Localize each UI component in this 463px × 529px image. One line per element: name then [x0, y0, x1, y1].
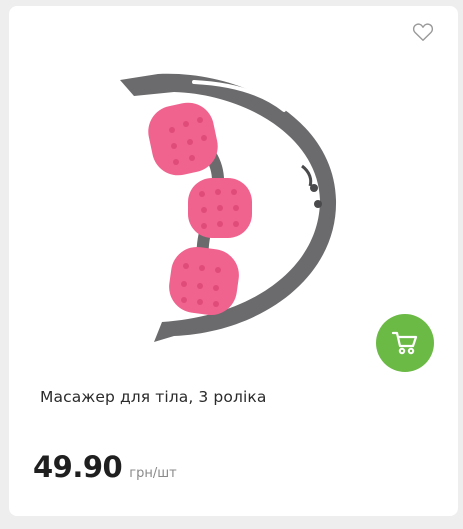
add-to-cart-button[interactable]	[376, 314, 434, 372]
product-card[interactable]: Масажер для тіла, 3 роліка 49.90 грн/шт	[9, 6, 458, 516]
heart-icon	[412, 23, 434, 41]
roller-massager-image	[120, 73, 337, 342]
product-image[interactable]	[114, 70, 354, 360]
product-name[interactable]: Масажер для тіла, 3 роліка	[40, 388, 266, 406]
shopping-cart-icon	[391, 331, 418, 355]
wishlist-button[interactable]	[412, 22, 434, 42]
price-value: 49.90	[33, 450, 123, 484]
price-unit: грн/шт	[129, 466, 177, 481]
price-row: 49.90 грн/шт	[33, 450, 177, 484]
